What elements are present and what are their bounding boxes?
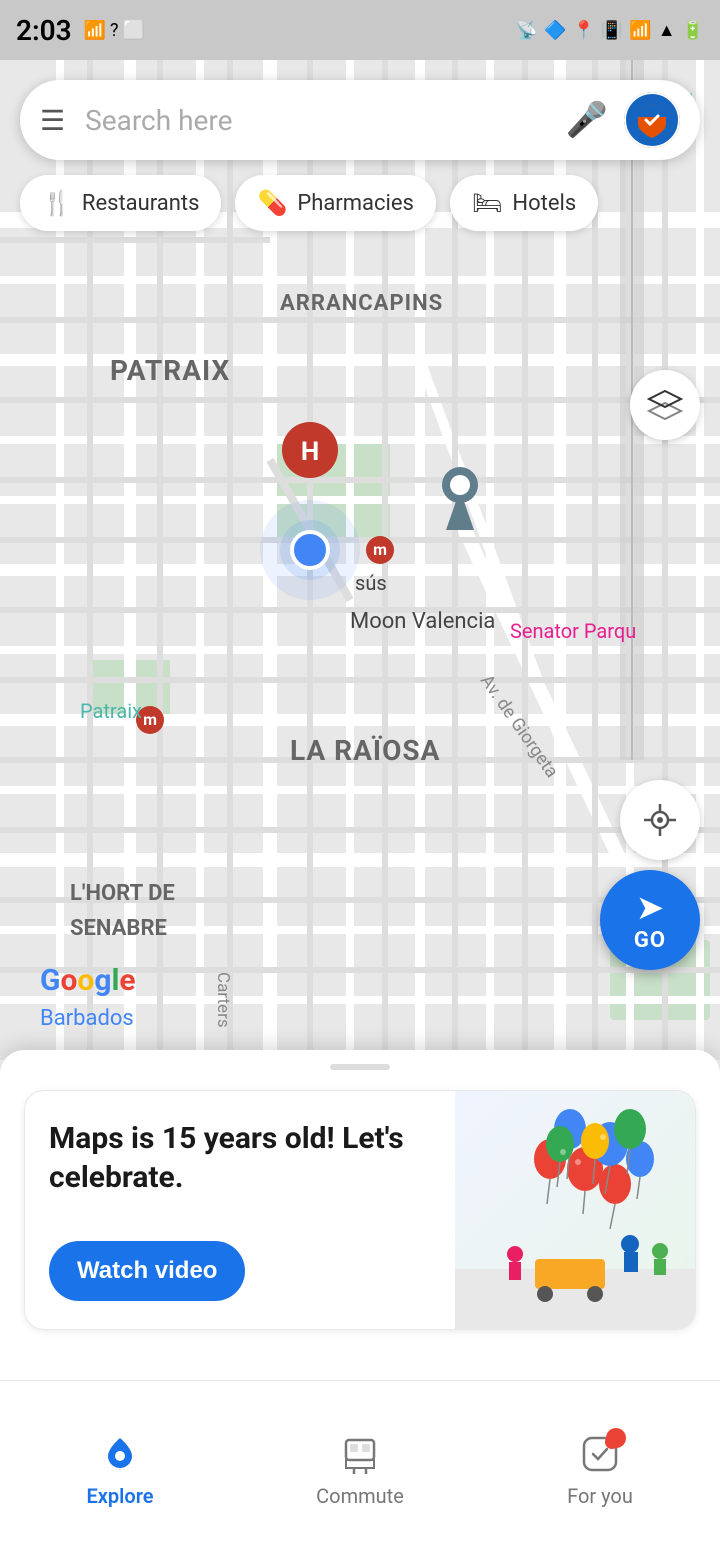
celebration-card: Maps is 15 years old! Let's celebrate. W… [24, 1090, 696, 1330]
chip-restaurants[interactable]: 🍴 Restaurants [20, 175, 221, 231]
bluetooth-icon: 🔷 [544, 20, 566, 41]
search-bar[interactable]: ☰ Search here 🎤 [20, 80, 700, 160]
svg-text:m: m [143, 710, 157, 729]
drag-handle[interactable] [330, 1064, 390, 1070]
avatar-image [624, 92, 680, 148]
for-you-badge [606, 1428, 626, 1448]
cast-icon: 📡 [516, 20, 538, 41]
watch-video-button[interactable]: Watch video [49, 1241, 245, 1301]
hotels-icon: 🛏 [472, 189, 502, 217]
bottom-panel: Maps is 15 years old! Let's celebrate. W… [0, 1050, 720, 1380]
go-button[interactable]: ➤ GO [600, 870, 700, 970]
svg-text:sús: sús [355, 571, 387, 595]
for-you-label: For you [567, 1484, 633, 1508]
explore-icon-wrap [100, 1434, 140, 1478]
chip-pharmacies-label: Pharmacies [297, 191, 414, 216]
svg-text:m: m [373, 540, 387, 559]
hamburger-icon[interactable]: ☰ [40, 104, 65, 137]
wifi-icon: 📶 [629, 20, 651, 41]
commute-icon-wrap [340, 1434, 380, 1478]
explore-label: Explore [87, 1484, 154, 1508]
chip-hotels-label: Hotels [512, 191, 576, 216]
svg-text:H: H [301, 437, 319, 467]
pharmacies-icon: 💊 [257, 189, 287, 217]
svg-text:SENABRE: SENABRE [70, 916, 167, 941]
map-area[interactable]: H m m PATRAIX ARRANCAPINS LA RAÏOSA L'HO… [0, 60, 720, 1060]
svg-text:Senator Parqu: Senator Parqu [510, 619, 636, 643]
commute-icon [340, 1434, 380, 1474]
chip-restaurants-label: Restaurants [82, 191, 200, 216]
location-button[interactable] [620, 780, 700, 860]
bottom-navigation: Explore Commute ● For you [0, 1380, 720, 1560]
search-placeholder[interactable]: Search here [85, 104, 566, 137]
location-icon [640, 800, 680, 840]
go-arrow-icon: ➤ [636, 888, 665, 928]
explore-icon [100, 1434, 140, 1474]
svg-text:Carters: Carters [213, 972, 233, 1028]
layers-button[interactable] [630, 370, 700, 440]
nav-for-you[interactable]: ● For you [480, 1418, 720, 1524]
screen-record-icon: ⬜ [123, 20, 145, 41]
layers-icon [647, 387, 683, 423]
vibrate-icon: 📳 [601, 20, 623, 41]
svg-text:Barbados: Barbados [40, 1006, 134, 1031]
question-icon: ? [110, 20, 119, 41]
for-you-icon-wrap: ● [580, 1434, 620, 1478]
status-time: 2:03 [16, 14, 72, 47]
svg-text:Moon Valencia: Moon Valencia [350, 609, 495, 634]
signal-icon: 📶 [84, 20, 106, 41]
celebration-illustration [455, 1091, 695, 1329]
card-illustration [455, 1091, 695, 1329]
svg-text:PATRAIX: PATRAIX [110, 354, 230, 387]
svg-text:ARRANCAPINS: ARRANCAPINS [280, 291, 443, 316]
chip-hotels[interactable]: 🛏 Hotels [450, 175, 598, 231]
chip-pharmacies[interactable]: 💊 Pharmacies [235, 175, 435, 231]
network-icon: ▲ [658, 20, 676, 41]
nav-explore[interactable]: Explore [0, 1418, 240, 1524]
status-icons: 📡 🔷 📍 📳 📶 ▲ 🔋 [516, 20, 704, 41]
mic-icon[interactable]: 🎤 [566, 100, 608, 140]
svg-text:LA RAÏOSA: LA RAÏOSA [290, 734, 440, 767]
svg-text:Google: Google [40, 963, 136, 998]
battery-icon: 🔋 [682, 20, 704, 41]
chips-row: 🍴 Restaurants 💊 Pharmacies 🛏 Hotels [20, 175, 598, 231]
restaurants-icon: 🍴 [42, 189, 72, 217]
card-content: Maps is 15 years old! Let's celebrate. W… [25, 1091, 455, 1329]
svg-text:Patraix: Patraix [80, 699, 142, 723]
commute-label: Commute [316, 1484, 404, 1508]
status-bar: 2:03 📶 ? ⬜ 📡 🔷 📍 📳 📶 ▲ 🔋 [0, 0, 720, 60]
card-title: Maps is 15 years old! Let's celebrate. [49, 1119, 431, 1197]
svg-text:L'HORT DE: L'HORT DE [70, 881, 175, 906]
nav-commute[interactable]: Commute [240, 1418, 480, 1524]
avatar[interactable] [624, 92, 680, 148]
location-status-icon: 📍 [572, 20, 594, 41]
go-label: GO [634, 928, 666, 953]
